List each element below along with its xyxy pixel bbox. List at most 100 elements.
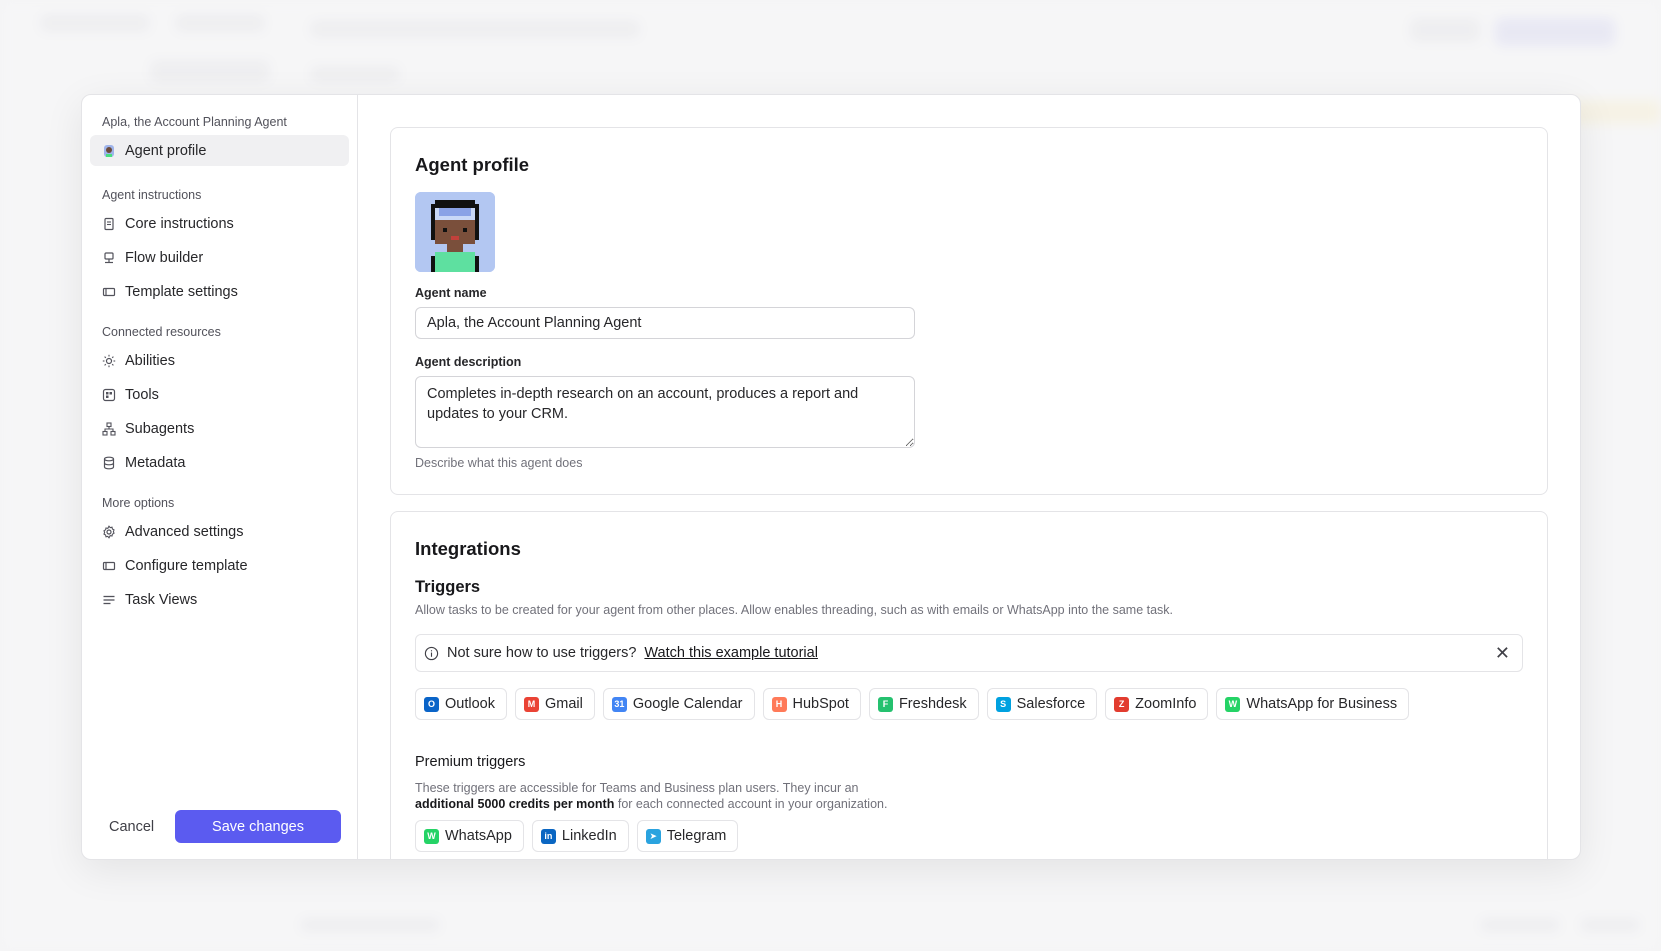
info-icon [424, 646, 439, 661]
save-changes-button[interactable]: Save changes [175, 810, 341, 843]
agent-avatar-icon [102, 144, 116, 158]
settings-sidebar: Apla, the Account Planning Agent Agent p… [82, 95, 358, 859]
database-icon [102, 456, 116, 470]
whatsapp-icon: W [424, 828, 439, 844]
freshdesk-icon: F [877, 696, 893, 712]
chip-label: Gmail [544, 696, 583, 712]
agent-profile-card: Agent profile Agent name Apla, the Accou… [390, 127, 1548, 495]
sidebar-item-advanced-settings[interactable]: Advanced settings [90, 516, 349, 547]
integration-chip-hubspot[interactable]: H HubSpot [762, 688, 861, 720]
chip-label: Salesforce [1016, 696, 1086, 712]
agent-description-label: Agent description [415, 355, 522, 369]
premium-desc-bold: additional 5000 credits per month [415, 797, 615, 811]
tutorial-link[interactable]: Watch this example tutorial [644, 645, 818, 661]
triggers-title: Triggers [415, 578, 481, 596]
sidebar-item-label: Tools [125, 386, 159, 403]
triggers-description: Allow tasks to be created for your agent… [415, 603, 1174, 617]
integration-chip-whatsapp-for-business[interactable]: W WhatsApp for Business [1216, 688, 1410, 720]
integrations-title: Integrations [415, 538, 521, 559]
cancel-button[interactable]: Cancel [90, 811, 173, 843]
premium-triggers-title: Premium triggers [415, 754, 526, 770]
outlook-icon: O [424, 696, 439, 712]
sidebar-item-task-views[interactable]: Task Views [90, 584, 349, 615]
gmail-icon: M [523, 696, 539, 712]
agent-avatar[interactable] [415, 192, 495, 272]
sidebar-item-label: Advanced settings [125, 523, 244, 540]
sidebar-item-flow-builder[interactable]: Flow builder [90, 242, 349, 273]
chip-label: WhatsApp for Business [1246, 696, 1398, 712]
sidebar-item-configure-template[interactable]: Configure template [90, 550, 349, 581]
integration-chip-freshdesk[interactable]: F Freshdesk [868, 688, 979, 720]
chip-label: Outlook [445, 696, 495, 712]
template-icon [102, 285, 116, 299]
google-calendar-icon: 31 [611, 696, 627, 712]
integration-chip-google-calendar[interactable]: 31 Google Calendar [602, 688, 755, 720]
premium-triggers-description: These triggers are accessible for Teams … [415, 780, 1523, 812]
sidebar-item-template-settings[interactable]: Template settings [90, 276, 349, 307]
integration-chip-whatsapp[interactable]: W WhatsApp [415, 820, 524, 852]
sidebar-item-label: Flow builder [125, 249, 204, 266]
agent-settings-modal: Apla, the Account Planning Agent Agent p… [81, 94, 1581, 860]
list-icon [102, 593, 116, 607]
telegram-icon: ➤ [645, 828, 661, 844]
sidebar-item-label: Metadata [125, 454, 186, 471]
sidebar-item-label: Configure template [125, 557, 248, 574]
sidebar-footer: Cancel Save changes [90, 810, 341, 843]
sidebar-item-core-instructions[interactable]: Core instructions [90, 208, 349, 239]
sidebar-item-label: Task Views [125, 591, 198, 608]
sidebar-group-more-options: More options Advanced settings Configure t… [90, 496, 349, 615]
chip-label: Google Calendar [632, 696, 743, 712]
integration-chip-salesforce[interactable]: S Salesforce [986, 688, 1098, 720]
premium-chip-row: W WhatsApp in LinkedIn ➤ Telegram [415, 820, 1523, 852]
sidebar-agent-title: Apla, the Account Planning Agent [102, 115, 287, 129]
hubspot-icon: H [771, 696, 787, 712]
zoominfo-icon: Z [1114, 696, 1130, 712]
sidebar-item-tools[interactable]: Tools [90, 379, 349, 410]
premium-desc-part-1: These triggers are accessible for Teams … [415, 781, 859, 795]
chip-label: Telegram [666, 828, 727, 844]
sidebar-item-subagents[interactable]: Subagents [90, 413, 349, 444]
agent-description-textarea[interactable]: Completes in-depth research on an accoun… [415, 376, 915, 448]
close-icon[interactable]: ✕ [1495, 644, 1510, 662]
sidebar-group-title: Connected resources [102, 325, 221, 339]
integration-chip-linkedin[interactable]: in LinkedIn [531, 820, 629, 852]
integration-chip-gmail[interactable]: M Gmail [514, 688, 595, 720]
sidebar-group-title: More options [102, 496, 175, 510]
sidebar-item-agent-profile[interactable]: Agent profile [90, 135, 349, 166]
chip-label: WhatsApp [445, 828, 512, 844]
settings-main: Agent profile Agent name Apla, the Accou… [358, 95, 1580, 859]
sidebar-item-label: Subagents [125, 420, 195, 437]
chip-label: HubSpot [792, 696, 849, 712]
template-icon [102, 559, 116, 573]
sidebar-item-label: Agent profile [125, 142, 207, 159]
flow-icon [102, 251, 116, 265]
integration-chip-outlook[interactable]: O Outlook [415, 688, 507, 720]
profile-title: Agent profile [415, 154, 530, 175]
salesforce-icon: S [995, 696, 1011, 712]
agent-name-label: Agent name [415, 286, 487, 300]
sidebar-item-metadata[interactable]: Metadata [90, 447, 349, 478]
integration-chip-zoominfo[interactable]: Z ZoomInfo [1105, 688, 1209, 720]
hierarchy-icon [102, 421, 116, 436]
gear-icon [102, 524, 116, 539]
integrations-card: Integrations Triggers Allow tasks to be … [390, 511, 1548, 859]
sidebar-group-agent-instructions: Agent instructions Core instructions Flow … [90, 188, 349, 307]
sidebar-group-title: Agent instructions [102, 188, 202, 202]
chip-label: LinkedIn [561, 828, 617, 844]
sidebar-group-connected-resources: Connected resources Abilities Tools Subagen… [90, 325, 349, 478]
sidebar-item-label: Abilities [125, 352, 175, 369]
agent-name-input[interactable] [415, 307, 915, 339]
chip-label: Freshdesk [898, 696, 967, 712]
chip-label: ZoomInfo [1135, 696, 1197, 712]
premium-desc-part-2: for each connected account in your organ… [617, 797, 888, 811]
sidebar-item-abilities[interactable]: Abilities [90, 345, 349, 376]
trigger-chip-row: O Outlook M Gmail 31 Google Calendar H HubSpot F… [415, 688, 1523, 720]
triggers-tutorial-notice: Not sure how to use triggers? Watch this… [415, 634, 1523, 672]
tools-icon [102, 388, 116, 402]
agent-description-hint: Describe what this agent does [415, 456, 583, 470]
integration-chip-telegram[interactable]: ➤ Telegram [636, 820, 739, 852]
sidebar-item-label: Core instructions [125, 215, 234, 232]
linkedin-icon: in [540, 828, 556, 844]
document-icon [102, 217, 116, 231]
notice-text: Not sure how to use triggers? [447, 645, 637, 661]
